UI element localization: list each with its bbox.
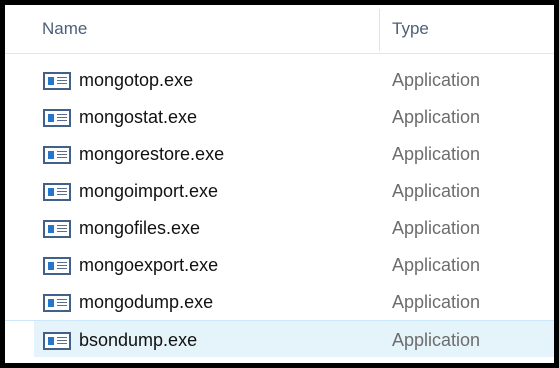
file-row[interactable]: mongodump.exe Application [5,283,554,320]
file-name[interactable]: mongofiles.exe [79,218,200,239]
application-exe-icon [43,109,71,127]
file-type: Application [392,181,481,201]
column-header-bar: Name Type [5,5,554,54]
file-name[interactable]: mongostat.exe [79,107,197,128]
application-exe-icon [43,332,71,350]
file-list: mongotop.exe Application mongostat.exe Appl… [5,61,554,357]
file-row[interactable]: mongofiles.exe Application [5,209,554,246]
file-name[interactable]: bsondump.exe [79,330,197,351]
file-row[interactable]: mongorestore.exe Application [5,135,554,172]
file-row[interactable]: mongoimport.exe Application [5,172,554,209]
file-type: Application [392,218,481,238]
application-exe-icon [43,146,71,164]
application-exe-icon [43,72,71,90]
file-name[interactable]: mongoimport.exe [79,181,218,202]
file-name[interactable]: mongoexport.exe [79,255,218,276]
file-row[interactable]: bsondump.exe Application [5,320,554,357]
application-exe-icon [43,257,71,275]
file-type: Application [392,70,481,90]
file-type: Application [392,292,481,312]
file-type: Application [392,107,481,127]
file-type: Application [392,330,481,350]
file-type: Application [392,144,481,164]
file-explorer-list: Name Type mongotop.exe Application mongost… [0,0,559,368]
application-exe-icon [43,183,71,201]
file-row[interactable]: mongoexport.exe Application [5,246,554,283]
column-header-name[interactable]: Name [42,19,87,39]
application-exe-icon [43,220,71,238]
file-type: Application [392,255,481,275]
file-name[interactable]: mongotop.exe [79,70,193,91]
column-divider[interactable] [379,9,380,51]
file-row[interactable]: mongostat.exe Application [5,98,554,135]
file-row[interactable]: mongotop.exe Application [5,61,554,98]
application-exe-icon [43,294,71,312]
column-header-type[interactable]: Type [392,19,429,39]
file-name[interactable]: mongorestore.exe [79,144,224,165]
file-name[interactable]: mongodump.exe [79,292,213,313]
